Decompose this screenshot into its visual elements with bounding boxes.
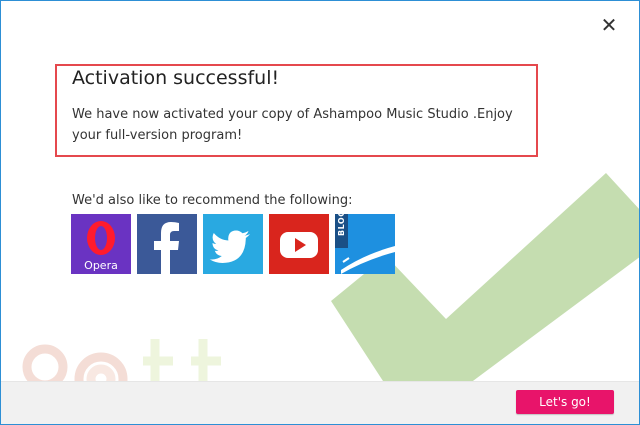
youtube-icon [269,214,329,274]
activation-message: We have now activated your copy of Asham… [72,107,513,143]
recommend-label: We'd also like to recommend the followin… [72,193,353,208]
dialog-title: Activation successful! [72,67,280,89]
close-icon[interactable]: ✕ [597,13,621,37]
activation-dialog: ✕ Activation successful! We have now act… [0,0,640,425]
lets-go-button[interactable]: Let's go! [516,390,614,414]
tile-opera[interactable]: Opera [71,214,131,274]
opera-label: Opera [84,259,118,272]
tile-youtube[interactable] [269,214,329,274]
facebook-icon [137,214,197,274]
blog-label: BLOG [337,214,346,236]
twitter-icon [203,214,263,274]
tile-twitter[interactable] [203,214,263,274]
tile-facebook[interactable] [137,214,197,274]
tile-blog[interactable]: BLOG [335,214,395,274]
